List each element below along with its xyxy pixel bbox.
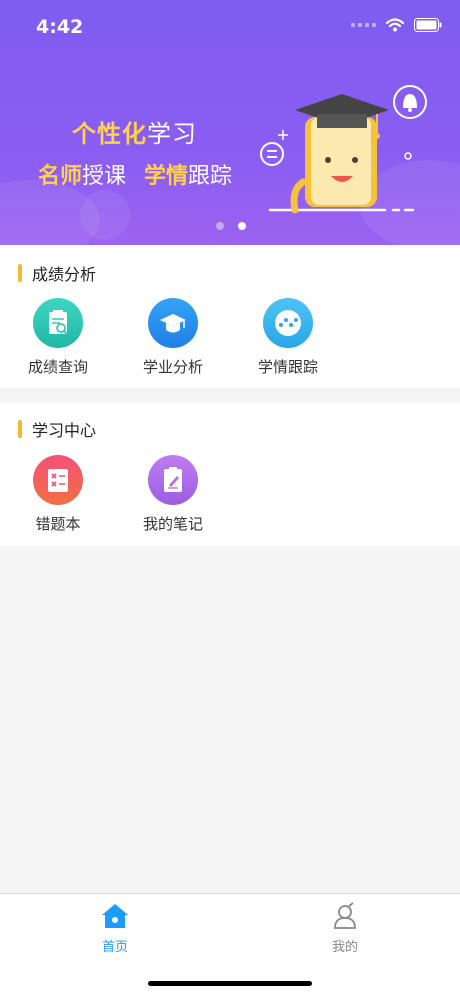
slogan-text: 学习	[147, 120, 197, 148]
item-label: 学业分析	[142, 358, 203, 376]
tab-home[interactable]: 首页	[75, 902, 155, 955]
slogan-highlight: 个性化	[72, 120, 147, 148]
status-time: 4:42	[36, 16, 84, 38]
section-score-analysis: 成绩分析 成绩查询 学业分析 学情跟踪	[0, 245, 460, 388]
slogan-text: 授课	[82, 164, 127, 189]
wifi-icon	[386, 18, 404, 32]
carousel-dot[interactable]	[216, 222, 224, 230]
slogan-highlight: 学情	[144, 164, 189, 189]
graduation-cap-icon	[148, 298, 198, 348]
tab-mine[interactable]: 我的	[305, 902, 385, 955]
tab-mine-label: 我的	[331, 940, 358, 955]
carousel-dot-active[interactable]	[238, 222, 246, 230]
wrong-questions-button[interactable]: 错题本	[8, 455, 108, 534]
tab-home-label: 首页	[101, 940, 128, 955]
section-title: 成绩分析	[18, 261, 96, 285]
report-search-icon	[33, 298, 83, 348]
section-accent-bar	[18, 264, 22, 282]
item-label: 学情跟踪	[257, 358, 318, 376]
signal-icon	[351, 23, 376, 27]
section-study-center: 学习中心 错题本 我的笔记	[0, 402, 460, 546]
battery-icon	[414, 18, 442, 32]
item-label: 我的笔记	[142, 515, 203, 533]
section-accent-bar	[18, 420, 22, 438]
carousel-indicator[interactable]	[216, 222, 246, 230]
mascot-illustration	[260, 85, 427, 214]
slogan-highlight: 名师	[38, 164, 83, 189]
academic-analysis-button[interactable]: 学业分析	[123, 298, 223, 377]
learning-tracking-button[interactable]: 学情跟踪	[238, 298, 338, 377]
user-icon	[334, 902, 356, 929]
section-title-text: 成绩分析	[32, 265, 97, 284]
banner-slogan-line1: 个性化学习	[72, 114, 197, 149]
home-indicator	[148, 981, 312, 986]
home-icon	[102, 904, 128, 928]
notes-icon	[148, 455, 198, 505]
banner-decoration	[80, 190, 130, 240]
my-notes-button[interactable]: 我的笔记	[123, 455, 223, 534]
section-title: 学习中心	[18, 417, 96, 441]
status-bar: 4:42	[0, 0, 460, 56]
trend-dots-icon	[263, 298, 313, 348]
item-label: 错题本	[35, 515, 81, 533]
banner-slogan-line2: 名师授课 学情跟踪	[38, 158, 232, 190]
section-title-text: 学习中心	[32, 421, 97, 440]
top-banner[interactable]: 4:42 个性化学习 名师授课 学情跟踪	[0, 0, 460, 245]
score-query-button[interactable]: 成绩查询	[8, 298, 108, 377]
slogan-text: 跟踪	[188, 164, 233, 189]
item-label: 成绩查询	[27, 358, 88, 376]
wrong-questions-icon	[33, 455, 83, 505]
